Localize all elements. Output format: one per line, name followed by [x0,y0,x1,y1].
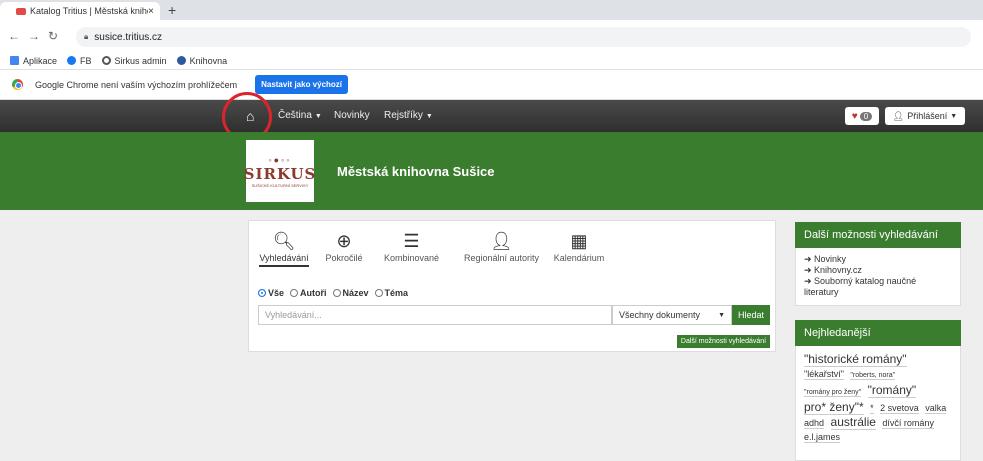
document-type-select[interactable]: Všechny dokumenty ▼ [612,305,732,325]
tab-strip: Katalog Tritius | Městská knihovn × + [0,0,983,20]
tag-link[interactable]: "historické romány" [804,352,907,367]
tab-regional-authorities[interactable]: 👤︎ Regionální autority [454,229,549,263]
close-tab-icon[interactable]: × [148,6,160,17]
magnifier-icon: 🔍︎ [272,231,296,251]
bookmark-fb[interactable]: FB [67,56,92,66]
caret-down-icon: ▼ [314,113,322,120]
browser-tab[interactable]: Katalog Tritius | Městská knihovn × [0,2,160,20]
sirkus-logo[interactable]: ◦●◦◦ SIRKUS SUŠICKÉ KULTURNÍ SERVISY [243,140,317,202]
bookmark-sirkus-admin[interactable]: Sirkus admin [101,56,167,66]
list-icon: ☰ [403,231,420,251]
login-dropdown[interactable]: 👤︎ Přihlášení ▼ [885,107,965,125]
infobar-message: Google Chrome není vaším výchozím prohlí… [35,79,238,90]
search-button[interactable]: Hledat [732,305,770,325]
logo-subtitle: SUŠICKÉ KULTURNÍ SERVISY [251,182,309,188]
tab-search[interactable]: 🔍︎ Vyhledávání [258,229,310,267]
tab-calendar[interactable]: ▦ Kalendárium [549,229,609,263]
site-navbar: ⌂ Čeština ▼ Novinky Rejstříky ▼ ♥ 0 👤︎ Přihl… [0,100,983,132]
url-text: susice.tritius.cz [94,31,163,43]
link-catalog[interactable]: ➜ Souborný katalog naučné literatury [804,276,952,298]
lock-icon: 🔒︎ [84,32,89,41]
apps-grid-icon [10,56,19,65]
tag-link[interactable]: adhd [804,418,825,429]
tag-link[interactable]: "romány pro ženy" [804,389,862,397]
radio-unchecked [290,289,299,297]
popular-heading: Nejhledanější [795,320,961,346]
link-novinky[interactable]: ➜ Novinky [804,254,952,265]
browser-toolbar: ← → ↻ 🔒︎ susice.tritius.cz [0,20,983,52]
radio-unchecked [332,289,341,297]
chrome-logo-icon [12,79,23,90]
tag-link[interactable]: "lékařství" [804,369,844,380]
reload-icon[interactable]: ↻ [48,29,58,43]
knihovna-icon [176,56,186,65]
tag-link[interactable]: valka [925,403,947,414]
radio-unchecked [374,289,383,297]
popular-tags-panel: "historické romány" "lékařství" "roberts… [795,346,961,461]
default-browser-infobar: Google Chrome není vaším výchozím prohlí… [0,70,983,100]
scope-title[interactable]: Název [332,288,369,298]
tag-link[interactable]: 2 svetova [880,403,919,414]
more-options-panel: ➜ Novinky ➜ Knihovny.cz ➜ Souborný katal… [795,248,961,306]
more-search-options-button[interactable]: Další možnosti vyhledávání [677,335,770,348]
back-arrow-icon[interactable]: ← [8,29,20,43]
search-scope-group: Vše Autoři Název Téma [258,288,408,298]
radio-checked [258,289,266,297]
tab-combined[interactable]: ☰ Kombinované [379,229,444,263]
user-icon: 👤︎ [892,110,905,121]
tag-link[interactable]: e.l.james [804,432,841,443]
arrow-right-icon: ➜ [804,276,815,286]
site-favicon-icon [16,7,26,15]
tag-link[interactable]: "romány" [867,383,917,398]
registers-dropdown[interactable]: Rejstříky ▼ [384,110,433,121]
zoom-plus-icon: ⊕ [336,231,352,251]
news-link[interactable]: Novinky [334,110,370,121]
calendar-icon: ▦ [570,231,588,251]
new-tab-button[interactable]: + [168,2,176,18]
bookmark-apps[interactable]: Aplikace [10,56,57,66]
link-knihovny[interactable]: ➜ Knihovny.cz [804,265,952,276]
arrow-right-icon: ➜ [804,265,815,275]
address-bar[interactable]: 🔒︎ susice.tritius.cz [76,27,971,47]
caret-down-icon: ▼ [425,113,433,120]
favorites-count-badge: 0 [859,111,873,121]
set-default-button[interactable]: Nastavit jako výchozí [255,75,349,94]
bookmark-knihovna[interactable]: Knihovna [176,56,227,66]
favorites-button[interactable]: ♥ 0 [845,107,879,125]
tag-link[interactable]: dívčí romány [882,418,934,429]
forward-arrow-icon[interactable]: → [28,29,40,43]
tag-link[interactable]: pro* ženy"* [804,400,864,415]
bookmarks-bar: Aplikace FB Sirkus admin Knihovna [0,52,983,70]
tab-title: Katalog Tritius | Městská knihovn [30,6,148,16]
search-panel: 🔍︎ Vyhledávání ⊕ Pokročilé ☰ Kombinované… [248,220,776,352]
heart-icon: ♥ [851,110,858,122]
facebook-icon [67,56,77,65]
scope-topic[interactable]: Téma [374,288,408,298]
person-icon: 👤︎ [490,231,513,251]
scope-all[interactable]: Vše [258,288,284,298]
tab-advanced[interactable]: ⊕ Pokročilé [319,229,369,263]
logo-ornament: ◦●◦◦ [268,154,292,165]
chevron-down-icon: ▼ [718,311,725,319]
language-dropdown[interactable]: Čeština ▼ [278,110,322,121]
more-options-heading: Další možnosti vyhledávání [795,222,961,248]
arrow-right-icon: ➜ [804,254,815,264]
caret-down-icon: ▼ [950,112,958,120]
tag-link[interactable]: austrálie [830,415,876,430]
scope-authors[interactable]: Autoři [290,288,327,298]
tag-link[interactable]: * [870,403,874,414]
globe-icon [101,56,111,65]
library-name: Městská knihovna Sušice [337,164,495,179]
logo-text: SIRKUS [243,164,317,183]
search-input[interactable]: Vyhledávání... [258,305,612,325]
tag-link[interactable]: "roberts, nora" [850,372,896,380]
